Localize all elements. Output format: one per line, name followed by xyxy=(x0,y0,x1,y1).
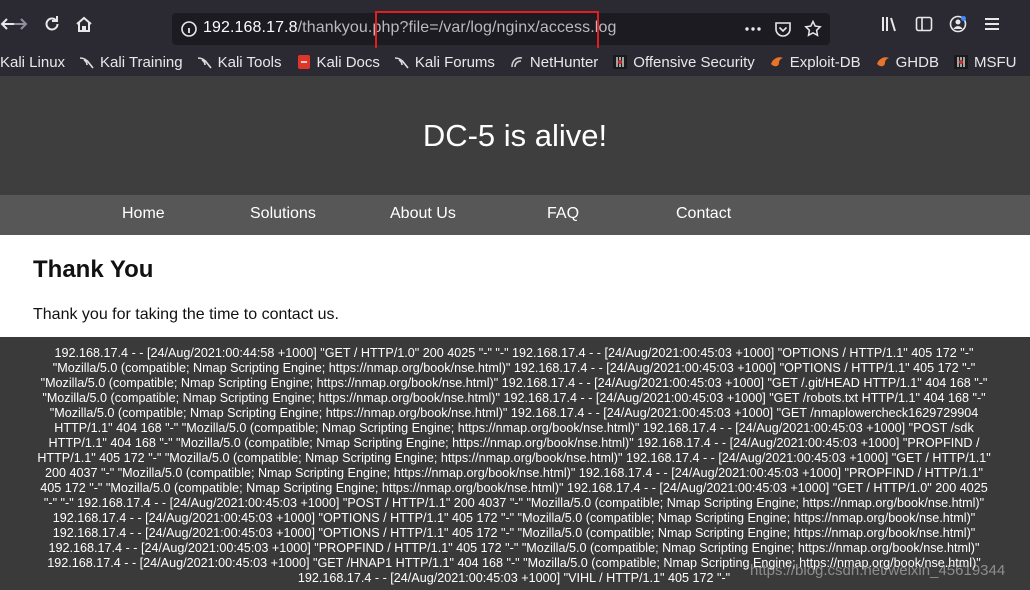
library-icon[interactable] xyxy=(880,14,900,34)
nethunter-icon xyxy=(509,54,525,70)
bookmark-label: Kali Forums xyxy=(414,53,495,71)
nav-contact[interactable]: Contact xyxy=(676,205,731,223)
bookmarks-bar: Kali Linux Kali Training Kali Tools Kali… xyxy=(0,48,1030,76)
pocket-icon[interactable] xyxy=(774,19,792,39)
bookmark-label: Kali Training xyxy=(100,53,183,71)
bookmark-kali-docs[interactable]: Kali Docs xyxy=(296,54,380,71)
nav-faq[interactable]: FAQ xyxy=(547,205,579,223)
nav-solutions[interactable]: Solutions xyxy=(250,205,316,223)
bookmark-ghdb[interactable]: GHDB xyxy=(875,54,939,71)
bookmark-label: Kali Tools xyxy=(217,53,282,71)
site-nav: Home Solutions About Us FAQ Contact xyxy=(0,195,1030,235)
info-icon[interactable] xyxy=(180,20,198,38)
account-icon[interactable] xyxy=(948,14,968,34)
kali-dragon-icon xyxy=(197,54,213,70)
thank-you-message: Thank you for taking the time to contact… xyxy=(33,306,339,323)
offsec-icon xyxy=(612,54,628,70)
bookmark-label: Kali Docs xyxy=(316,53,380,71)
exploitdb-icon xyxy=(875,54,891,70)
bookmark-msfu[interactable]: MSFU xyxy=(953,53,1017,71)
bookmark-kali-forums[interactable]: Kali Forums xyxy=(394,54,495,71)
bookmark-label: NetHunter xyxy=(529,53,599,71)
site-title: DC-5 is alive! xyxy=(422,117,608,153)
main-content: Thank You Thank you for taking the time … xyxy=(0,235,1030,337)
bookmark-label: Kali Linux xyxy=(0,53,66,71)
nav-about-us[interactable]: About Us xyxy=(390,205,456,223)
menu-hamburger-icon[interactable] xyxy=(982,14,1002,34)
bookmark-label: Exploit-DB xyxy=(789,53,861,71)
bookmark-label: Offensive Security xyxy=(633,53,755,71)
bookmark-label: GHDB xyxy=(895,53,939,71)
reload-icon[interactable] xyxy=(40,12,64,36)
bookmark-kali-training[interactable]: Kali Training xyxy=(79,54,183,71)
watermark-text: https://blog.csdn.net/weixin_45619344 xyxy=(750,562,1006,579)
page-heading: Thank You xyxy=(33,256,154,283)
kali-dragon-icon xyxy=(394,54,410,70)
bookmark-label: MSFU xyxy=(973,53,1017,71)
site-header: DC-5 is alive! xyxy=(0,76,1030,195)
bookmark-offensive-security[interactable]: Offensive Security xyxy=(612,53,755,71)
web-page: DC-5 is alive! Home Solutions About Us F… xyxy=(0,76,1030,590)
more-actions-icon[interactable] xyxy=(744,19,762,39)
bookmark-exploit-db[interactable]: Exploit-DB xyxy=(769,54,861,71)
sidebar-icon[interactable] xyxy=(914,14,934,34)
bookmark-nethunter[interactable]: NetHunter xyxy=(509,54,598,71)
nav-home[interactable]: Home xyxy=(122,205,165,223)
bookmark-kali-tools[interactable]: Kali Tools xyxy=(197,54,282,71)
url-host: 192.168.17.8 xyxy=(203,19,298,36)
bookmark-star-icon[interactable] xyxy=(804,19,822,39)
offsec-icon xyxy=(953,54,969,70)
access-log-output: 192.168.17.4 - - [24/Aug/2021:00:44:58 +… xyxy=(0,337,1030,590)
kali-docs-icon xyxy=(296,54,312,70)
home-icon[interactable] xyxy=(72,12,96,36)
bookmark-kali-linux[interactable]: Kali Linux xyxy=(0,54,65,71)
exploitdb-icon xyxy=(769,54,785,70)
forward-arrow-icon[interactable] xyxy=(8,12,32,36)
kali-dragon-icon xyxy=(79,54,95,70)
